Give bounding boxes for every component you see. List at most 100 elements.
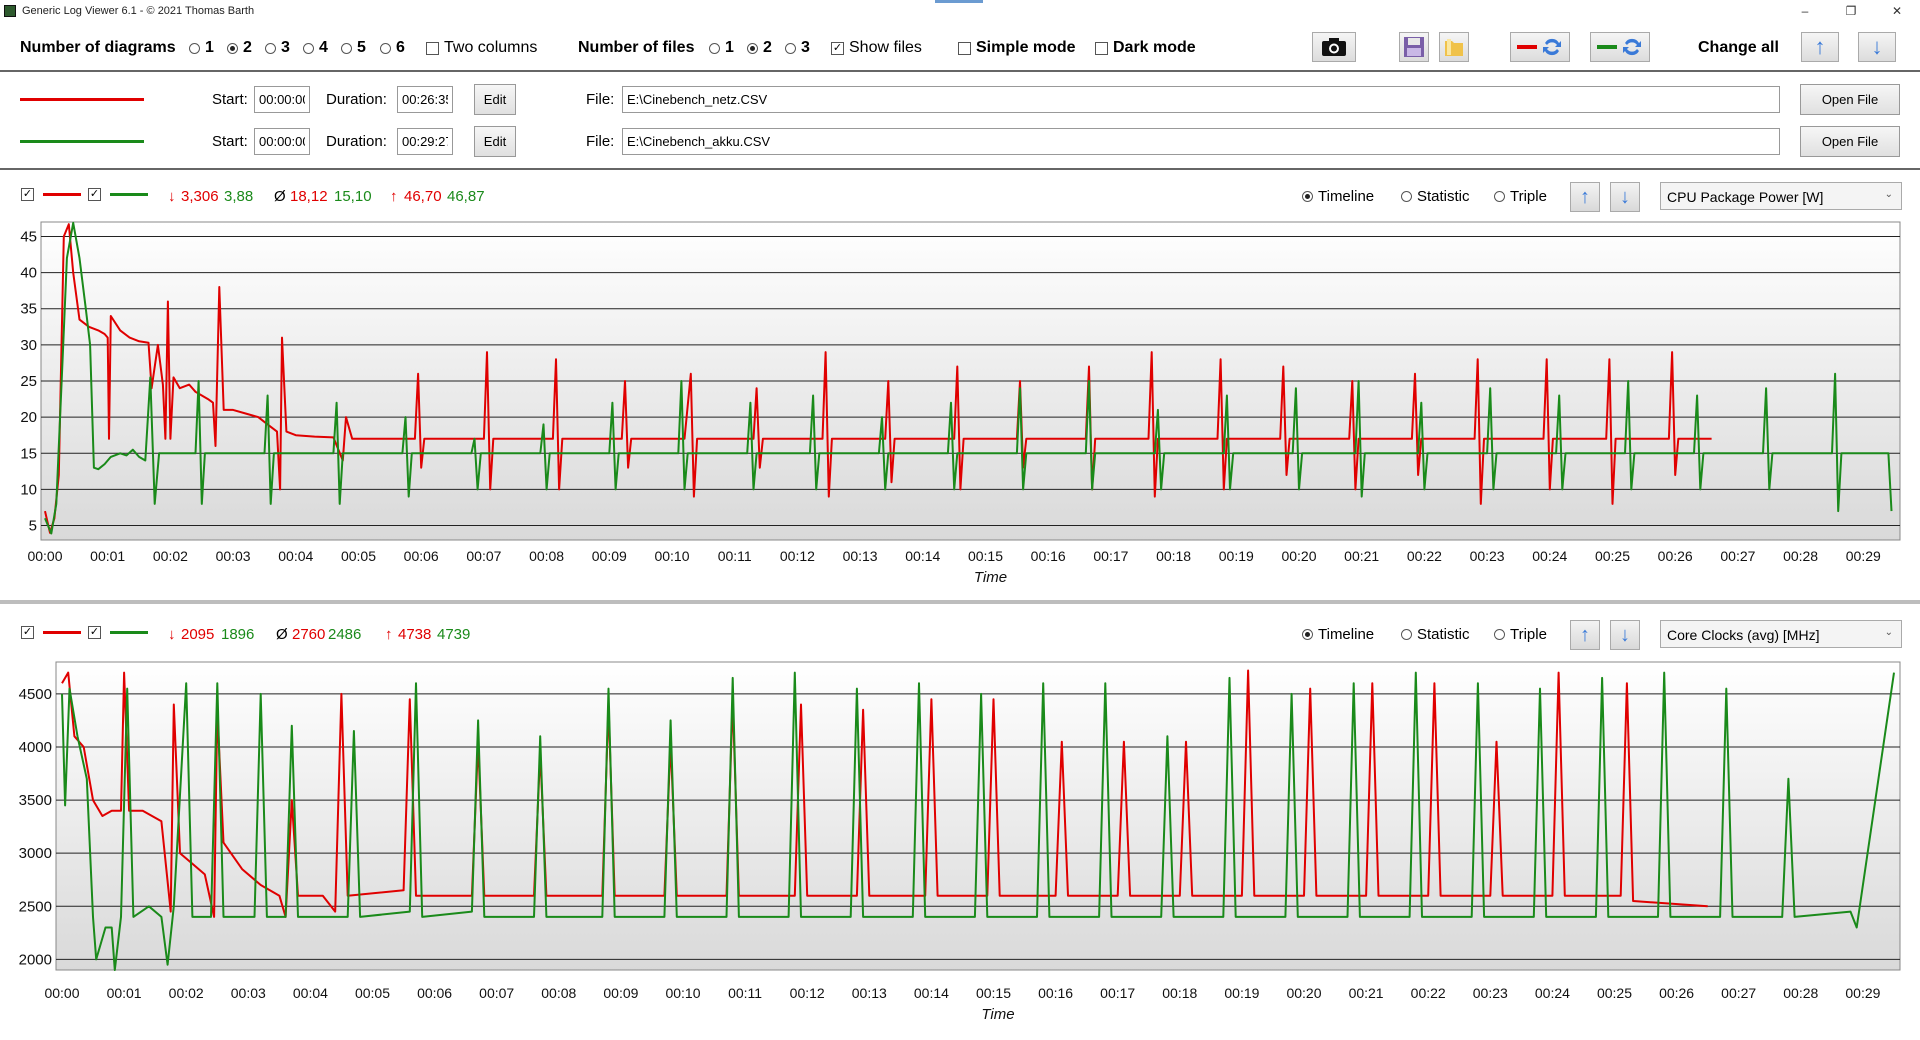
y-tick-label: 10	[20, 481, 37, 498]
x-tick-label: 00:22	[1411, 985, 1446, 1001]
edit-button[interactable]: Edit	[474, 84, 516, 115]
y-tick-label: 25	[20, 373, 37, 390]
power-chart: 5 10 15 20 25 30 35 40 45 00:00 00:01 00:02 00:03 00:…	[20, 221, 1901, 586]
x-tick-label: 00:20	[1286, 985, 1321, 1001]
swap-green-button[interactable]	[1590, 32, 1650, 62]
x-tick-label: 00:09	[592, 548, 627, 564]
x-tick-label: 00:04	[293, 985, 328, 1001]
file-path-field[interactable]	[622, 128, 1780, 155]
arrow-up-icon: ↑	[1814, 34, 1826, 59]
file-section: Start: Duration: Edit File: Open File St…	[0, 74, 1920, 170]
save-button[interactable]	[1399, 32, 1429, 62]
y-tick-label: 5	[29, 518, 37, 535]
clock-chart: 2000 2500 3000 3500 4000 4500 00:00 00:01 00:02 0…	[19, 661, 1901, 1023]
x-tick-label: 00:29	[1845, 985, 1880, 1001]
y-tick-label: 15	[20, 445, 37, 462]
close-button[interactable]: ✕	[1874, 0, 1920, 22]
x-tick-label: 00:14	[905, 548, 940, 564]
y-tick-label: 2500	[19, 898, 52, 915]
x-tick-label: 00:26	[1658, 548, 1693, 564]
x-tick-label: 00:12	[790, 985, 825, 1001]
x-tick-label: 00:00	[27, 548, 62, 564]
diagrams-radio-3[interactable]: 3	[265, 39, 290, 57]
x-tick-label: 00:01	[90, 548, 125, 564]
duration-field[interactable]	[397, 86, 453, 113]
open-file-button[interactable]: Open File	[1800, 84, 1900, 115]
x-tick-label: 00:14	[914, 985, 949, 1001]
y-tick-label: 3500	[19, 792, 52, 809]
x-tick-label: 00:07	[479, 985, 514, 1001]
x-tick-label: 00:12	[780, 548, 815, 564]
y-tick-label: 20	[20, 409, 37, 426]
x-tick-label: 00:24	[1532, 548, 1567, 564]
diagram-panel-2: ✓ ✓ ↓ 2095 1896 Ø 2760 2486 ↑ 4738 4739 …	[0, 614, 1920, 1040]
title-accent	[935, 0, 983, 3]
x-tick-label: 00:10	[654, 548, 689, 564]
x-tick-label: 00:06	[417, 985, 452, 1001]
x-tick-label: 00:02	[169, 985, 204, 1001]
arrow-down-icon: ↓	[1871, 34, 1883, 59]
dark-mode-checkbox[interactable]: Dark mode	[1095, 39, 1196, 57]
x-tick-label: 00:22	[1407, 548, 1442, 564]
x-tick-label: 00:06	[404, 548, 439, 564]
y-tick-label: 35	[20, 301, 37, 318]
x-tick-label: 00:19	[1219, 548, 1254, 564]
duration-label: Duration:	[326, 133, 387, 150]
window-title: Generic Log Viewer 6.1 - © 2021 Thomas B…	[22, 5, 255, 17]
files-label: Number of files	[578, 39, 695, 56]
diagrams-radio-1[interactable]: 1	[189, 39, 214, 57]
two-columns-checkbox[interactable]: Two columns	[426, 39, 537, 57]
file-path-field[interactable]	[622, 86, 1780, 113]
swap-red-button[interactable]	[1510, 32, 1570, 62]
title-bar: Generic Log Viewer 6.1 - © 2021 Thomas B…	[0, 0, 1920, 22]
open-file-button[interactable]: Open File	[1800, 126, 1900, 157]
x-tick-label: 00:00	[44, 985, 79, 1001]
change-all-label: Change all	[1698, 39, 1779, 56]
x-tick-label: 00:28	[1783, 985, 1818, 1001]
x-tick-label: 00:05	[341, 548, 376, 564]
x-tick-label: 00:24	[1535, 985, 1570, 1001]
file-row-1: Start: Duration: Edit File: Open File	[0, 82, 1920, 116]
start-label: Start:	[212, 91, 248, 108]
x-tick-label: 00:27	[1721, 985, 1756, 1001]
x-tick-label: 00:21	[1344, 548, 1379, 564]
y-tick-label: 2000	[19, 951, 52, 968]
series-swatch-red	[20, 98, 144, 101]
x-axis-label: Time	[974, 569, 1007, 586]
x-tick-label: 00:11	[728, 985, 762, 1001]
file-label: File:	[586, 133, 615, 150]
move-down-all-button[interactable]: ↓	[1858, 32, 1896, 62]
screenshot-button[interactable]	[1312, 32, 1356, 62]
edit-button[interactable]: Edit	[474, 126, 516, 157]
duration-field[interactable]	[397, 128, 453, 155]
diagrams-radio-4[interactable]: 4	[303, 39, 328, 57]
open-folder-button[interactable]	[1439, 32, 1469, 62]
start-field[interactable]	[254, 128, 310, 155]
maximize-button[interactable]: ❐	[1828, 0, 1874, 22]
diagrams-radio-6[interactable]: 6	[380, 39, 405, 57]
files-radio-2[interactable]: 2	[747, 39, 772, 57]
diagrams-radio-2[interactable]: 2	[227, 39, 252, 57]
x-tick-label: 00:28	[1783, 548, 1818, 564]
diagrams-radio-5[interactable]: 5	[341, 39, 366, 57]
files-radio-1[interactable]: 1	[709, 39, 734, 57]
panel-divider[interactable]	[0, 600, 1920, 604]
minimize-button[interactable]: –	[1782, 0, 1828, 22]
simple-mode-checkbox[interactable]: Simple mode	[958, 39, 1076, 57]
y-tick-label: 4500	[19, 686, 52, 703]
x-tick-label: 00:17	[1100, 985, 1135, 1001]
toolbar: Number of diagrams 1 2 3 4 5 6 Two colum…	[0, 22, 1920, 72]
show-files-checkbox[interactable]: ✓ Show files	[831, 39, 922, 57]
x-tick-label: 00:04	[278, 548, 313, 564]
x-tick-label: 00:23	[1473, 985, 1508, 1001]
series-swatch-green	[20, 140, 144, 143]
move-up-all-button[interactable]: ↑	[1801, 32, 1839, 62]
start-field[interactable]	[254, 86, 310, 113]
x-tick-label: 00:26	[1659, 985, 1694, 1001]
x-axis-label: Time	[981, 1006, 1014, 1023]
app-icon	[4, 5, 16, 17]
diagram-panel-1: ✓ ✓ ↓ 3,306 3,88 Ø 18,12 15,10 ↑ 46,70 4…	[0, 176, 1920, 600]
x-tick-label: 00:25	[1595, 548, 1630, 564]
x-tick-label: 00:13	[843, 548, 878, 564]
files-radio-3[interactable]: 3	[785, 39, 810, 57]
